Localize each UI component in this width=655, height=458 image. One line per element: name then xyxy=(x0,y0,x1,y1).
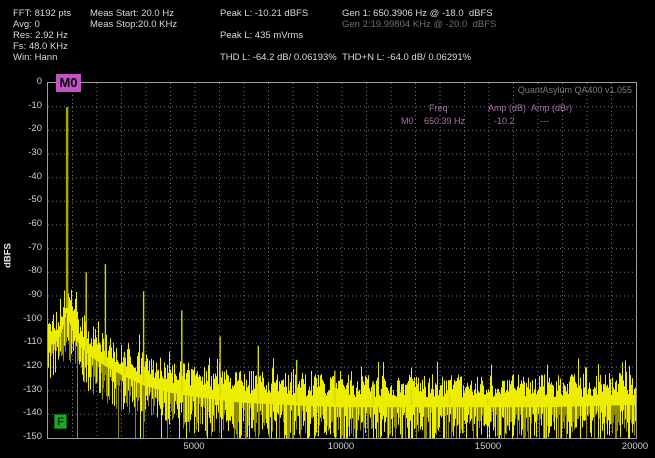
marker-m0-flag[interactable]: M0 xyxy=(56,74,81,92)
y-tick-label: -20 xyxy=(28,123,42,135)
fft-points: FFT: 8192 pts xyxy=(13,8,72,19)
y-tick-label: -90 xyxy=(28,289,42,300)
y-tick-label: -40 xyxy=(28,170,42,182)
marker-row-amp-dbr: --- xyxy=(540,116,549,126)
generator-readouts: Gen 1: 650.3906 Hz @ -18.0 dBFS Gen 2:19… xyxy=(342,8,562,68)
measurement-settings: Meas Start: 20.0 Hz Meas Stop:20.0 KHz xyxy=(90,8,177,30)
marker-row-freq: 650.39 Hz xyxy=(424,116,466,126)
meas-stop: Meas Stop:20.0 KHz xyxy=(90,19,178,30)
acquisition-settings: FFT: 8192 pts Avg: 0 Res: 2.92 Hz Fs: 48… xyxy=(13,8,71,63)
thd-readout: THD L: -64.2 dB/ 0.06193% xyxy=(220,52,337,63)
marker-table-header-amp-db: Amp (dB) xyxy=(488,103,527,113)
spectrum-canvas xyxy=(48,83,636,438)
x-tick-label: 15000 xyxy=(474,441,502,452)
y-tick-label: -50 xyxy=(28,194,42,206)
y-tick-label: -10 xyxy=(28,99,42,111)
thdn-readout: THD+N L: -64.0 dB/ 0.06291% xyxy=(342,52,472,63)
gen2-readout: Gen 2:19.99804 KHz @ -20.0 dBFS xyxy=(342,19,497,30)
y-tick-label: -30 xyxy=(28,147,42,158)
level-readouts: Peak L: -10.21 dBFS Peak L: 435 mVrms TH… xyxy=(220,8,360,68)
y-axis-title: dBFS xyxy=(2,243,14,268)
spectrum-plot[interactable]: QuantAsylum QA400 v1.055 xyxy=(47,82,637,439)
y-tick-label: -110 xyxy=(23,336,42,348)
window-function: Win: Hann xyxy=(13,52,58,63)
averaging: Avg: 0 xyxy=(13,19,40,30)
sample-rate: Fs: 48.0 KHz xyxy=(13,41,68,52)
qa400-analyzer-window: FFT: 8192 pts Avg: 0 Res: 2.92 Hz Fs: 48… xyxy=(0,0,655,458)
y-tick-label: 0 xyxy=(36,76,42,87)
y-tick-label: -120 xyxy=(22,360,42,371)
peak-level-dbfs: Peak L: -10.21 dBFS xyxy=(220,8,309,19)
x-tick-label: 10000 xyxy=(327,441,355,452)
y-tick-label: -140 xyxy=(22,407,42,419)
resolution: Res: 2.92 Hz xyxy=(13,30,68,41)
meas-start: Meas Start: 20.0 Hz xyxy=(90,8,174,19)
gen1-readout: Gen 1: 650.3906 Hz @ -18.0 dBFS xyxy=(342,8,493,19)
fundamental-marker-flag[interactable]: F xyxy=(54,414,67,429)
marker-table-header-amp-dbr: Amp (dBr) xyxy=(531,103,573,113)
y-tick-label: -60 xyxy=(28,218,42,229)
y-tick-label: -150 xyxy=(22,431,42,442)
marker-row-amp-db: -10.2 xyxy=(494,116,515,126)
marker-row-name: M0 xyxy=(401,116,414,126)
x-tick-label: 5000 xyxy=(183,441,205,452)
y-tick-label: -100 xyxy=(22,312,42,324)
app-version-label: QuantAsylum QA400 v1.055 xyxy=(517,85,632,95)
x-tick-label: 20000 xyxy=(621,441,649,452)
y-tick-label: -130 xyxy=(22,383,42,395)
peak-level-vrms: Peak L: 435 mVrms xyxy=(220,30,304,41)
marker-table-header-freq: Freq xyxy=(429,103,448,113)
